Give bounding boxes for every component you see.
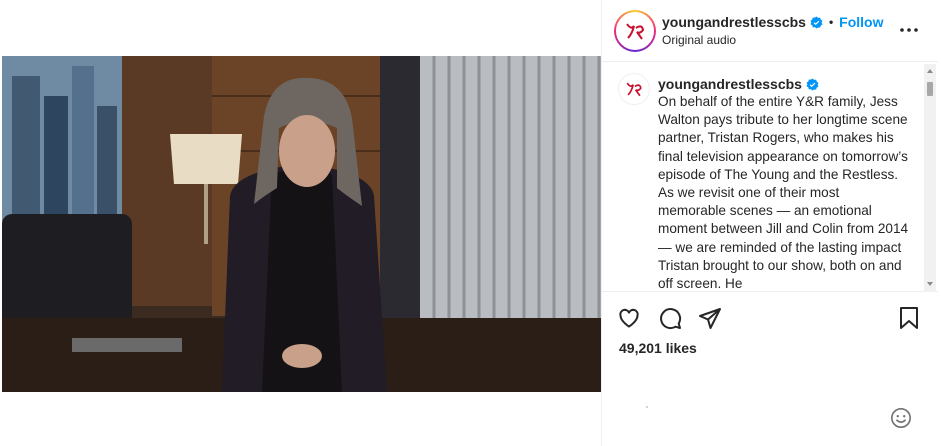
share-button[interactable] bbox=[697, 305, 723, 331]
verified-badge-icon bbox=[810, 16, 823, 28]
divider-dot bbox=[646, 406, 648, 408]
more-options-icon bbox=[900, 28, 918, 32]
video-player[interactable] bbox=[2, 56, 601, 392]
more-options-button[interactable] bbox=[897, 20, 921, 40]
caption-username[interactable]: youngandrestlesscbs bbox=[658, 76, 802, 92]
save-button[interactable] bbox=[896, 305, 922, 331]
yr-logo-icon bbox=[626, 23, 645, 40]
scroll-down-icon[interactable] bbox=[927, 282, 933, 286]
comment-button[interactable] bbox=[657, 305, 683, 331]
media-pane bbox=[0, 0, 602, 446]
heart-icon bbox=[619, 308, 639, 328]
emoji-button[interactable] bbox=[889, 406, 913, 430]
scrollbar-thumb[interactable] bbox=[927, 82, 933, 96]
profile-avatar[interactable] bbox=[616, 12, 654, 50]
post-header: youngandrestlesscbs • Follow Original au… bbox=[602, 0, 938, 62]
separator-dot: • bbox=[828, 15, 834, 29]
emoji-icon bbox=[891, 408, 911, 428]
follow-button[interactable]: Follow bbox=[839, 14, 883, 30]
verified-badge-icon bbox=[806, 78, 819, 90]
comment-icon bbox=[660, 308, 682, 330]
scroll-up-icon[interactable] bbox=[927, 69, 933, 73]
share-icon bbox=[699, 308, 721, 329]
bookmark-icon bbox=[900, 307, 918, 329]
like-button[interactable] bbox=[616, 305, 642, 331]
header-username[interactable]: youngandrestlesscbs bbox=[662, 14, 806, 30]
caption-text: On behalf of the entire Y&R family, Jess… bbox=[658, 94, 909, 292]
header-user-row: youngandrestlesscbs • Follow bbox=[662, 14, 883, 30]
audio-label[interactable]: Original audio bbox=[662, 33, 736, 47]
action-bar bbox=[602, 293, 938, 343]
caption-area: youngandrestlesscbs On behalf of the ent… bbox=[602, 63, 938, 292]
caption-avatar[interactable] bbox=[618, 73, 650, 105]
caption-user-row: youngandrestlesscbs bbox=[658, 76, 819, 92]
yr-logo-icon bbox=[626, 82, 642, 97]
likes-count[interactable]: 49,201 likes bbox=[619, 340, 697, 356]
caption-scrollbar[interactable] bbox=[924, 64, 936, 292]
profile-avatar-ring[interactable] bbox=[614, 10, 656, 52]
post-sidebar: youngandrestlesscbs • Follow Original au… bbox=[602, 0, 942, 446]
video-frame bbox=[2, 56, 601, 392]
